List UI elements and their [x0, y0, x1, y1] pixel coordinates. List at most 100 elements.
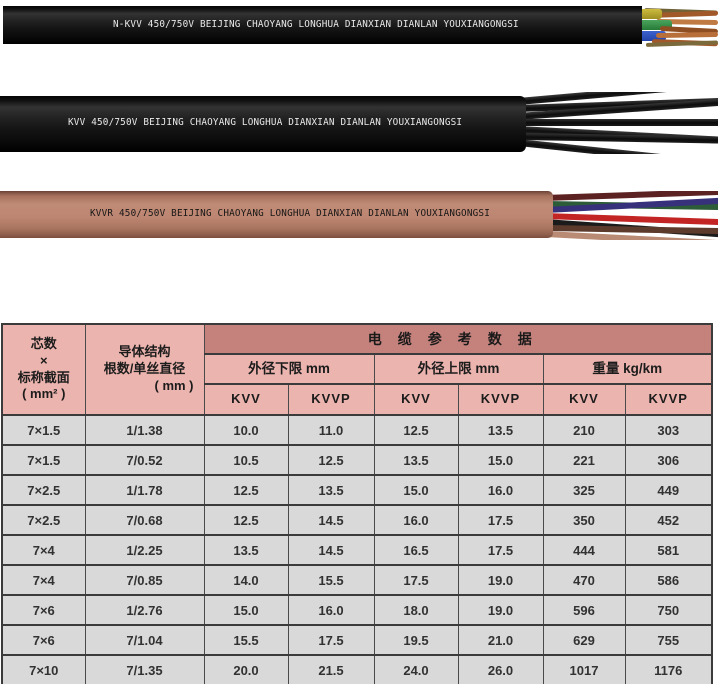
table-cell: 19.5: [374, 625, 458, 655]
table-cell: 444: [543, 535, 625, 565]
table-cell: 12.5: [374, 415, 458, 445]
table-cell: 19.0: [458, 565, 543, 595]
table-cell: 12.5: [204, 505, 288, 535]
table-cell: 581: [625, 535, 712, 565]
table-cell: 596: [543, 595, 625, 625]
table-cell: 11.0: [288, 415, 374, 445]
table-cell: 350: [543, 505, 625, 535]
table-cell: 7×1.5: [2, 415, 85, 445]
cable-kvv-print-label: KVV 450/750V BEIJING CHAOYANG LONGHUA DI…: [68, 117, 462, 128]
table-cell: 13.5: [458, 415, 543, 445]
table-cell: 12.5: [288, 445, 374, 475]
table-cell: 7/1.35: [85, 655, 204, 684]
cable-photo-nkvv: N-KVV 450/750V BEIJING CHAOYANG LONGHUA …: [0, 6, 718, 44]
wire-strand-copper: [656, 32, 718, 38]
table-cell: 17.5: [458, 535, 543, 565]
table-row: 7×6 7/1.04 15.5 17.5 19.5 21.0 629 755: [2, 625, 712, 655]
cable-kvvr-wire-end: [545, 191, 718, 240]
table-cell: 755: [625, 625, 712, 655]
header-weight: 重量 kg/km: [543, 354, 712, 384]
table-cell: 15.0: [458, 445, 543, 475]
table-cell: 629: [543, 625, 625, 655]
table-cell: 16.0: [458, 475, 543, 505]
table-cell: 16.0: [374, 505, 458, 535]
table-cell: 13.5: [204, 535, 288, 565]
table-cell: 1176: [625, 655, 712, 684]
header-kvvp-od-upper: KVVP: [458, 384, 543, 415]
table-cell: 15.5: [288, 565, 374, 595]
table-cell: 306: [625, 445, 712, 475]
table-cell: 21.5: [288, 655, 374, 684]
table-cell: 17.5: [458, 505, 543, 535]
table-cell: 14.0: [204, 565, 288, 595]
header-group-reference-data: 电缆参考数据: [204, 324, 712, 354]
table-cell: 15.0: [374, 475, 458, 505]
cable-nkvv-print-label: N-KVV 450/750V BEIJING CHAOYANG LONGHUA …: [113, 19, 519, 30]
table-cell: 10.5: [204, 445, 288, 475]
table-cell: 221: [543, 445, 625, 475]
table-cell: 7×2.5: [2, 475, 85, 505]
header-core-size-line3: 标称截面: [3, 370, 85, 387]
table-cell: 7/0.52: [85, 445, 204, 475]
table-cell: 1/2.76: [85, 595, 204, 625]
table-cell: 1/1.78: [85, 475, 204, 505]
table-cell: 7/0.85: [85, 565, 204, 595]
table-cell: 15.5: [204, 625, 288, 655]
table-cell: 452: [625, 505, 712, 535]
table-cell: 21.0: [458, 625, 543, 655]
header-core-size-line1: 芯数: [3, 336, 85, 353]
table-cell: 20.0: [204, 655, 288, 684]
cable-kvvr-print-label: KVVR 450/750V BEIJING CHAOYANG LONGHUA D…: [90, 208, 490, 219]
header-od-lower: 外径下限 mm: [204, 354, 374, 384]
table-cell: 13.5: [288, 475, 374, 505]
table-row: 7×1.5 1/1.38 10.0 11.0 12.5 13.5 210 303: [2, 415, 712, 445]
header-kvv-od-lower: KVV: [204, 384, 288, 415]
header-kvv-od-upper: KVV: [374, 384, 458, 415]
table-cell: 1017: [543, 655, 625, 684]
table-cell: 17.5: [288, 625, 374, 655]
table-cell: 750: [625, 595, 712, 625]
table-cell: 17.5: [374, 565, 458, 595]
table-cell: 325: [543, 475, 625, 505]
table-cell: 13.5: [374, 445, 458, 475]
table-row: 7×10 7/1.35 20.0 21.5 24.0 26.0 1017 117…: [2, 655, 712, 684]
table-cell: 449: [625, 475, 712, 505]
table-cell: 7×1.5: [2, 445, 85, 475]
table-row: 7×1.5 7/0.52 10.5 12.5 13.5 15.0 221 306: [2, 445, 712, 475]
table-cell: 19.0: [458, 595, 543, 625]
table-row: 7×4 1/2.25 13.5 14.5 16.5 17.5 444 581: [2, 535, 712, 565]
table-cell: 10.0: [204, 415, 288, 445]
cable-kvv-wire-end: [518, 92, 718, 154]
table-row: 7×4 7/0.85 14.0 15.5 17.5 19.0 470 586: [2, 565, 712, 595]
table-cell: 1/1.38: [85, 415, 204, 445]
cable-product-page: { "page_title": "KVV control cable produ…: [0, 0, 718, 684]
table-row: 7×6 1/2.76 15.0 16.0 18.0 19.0 596 750: [2, 595, 712, 625]
table-cell: 586: [625, 565, 712, 595]
table-row: 7×2.5 1/1.78 12.5 13.5 15.0 16.0 325 449: [2, 475, 712, 505]
table-cell: 210: [543, 415, 625, 445]
table-cell: 26.0: [458, 655, 543, 684]
table-cell: 14.5: [288, 535, 374, 565]
table-cell: 7/0.68: [85, 505, 204, 535]
table-row: 7×2.5 7/0.68 12.5 14.5 16.0 17.5 350 452: [2, 505, 712, 535]
table-cell: 303: [625, 415, 712, 445]
cable-nkvv-wire-end: [636, 6, 718, 48]
header-core-size: 芯数 × 标称截面 ( mm² ): [2, 324, 85, 415]
wire-strand-black: [518, 119, 718, 126]
table-cell: 7×6: [2, 625, 85, 655]
table-cell: 18.0: [374, 595, 458, 625]
header-core-size-line4: ( mm² ): [3, 386, 85, 403]
table-cell: 7×2.5: [2, 505, 85, 535]
header-kvvp-weight: KVVP: [625, 384, 712, 415]
table-cell: 470: [543, 565, 625, 595]
table-cell: 7×6: [2, 595, 85, 625]
header-conductor-line2: 根数/单丝直径: [86, 361, 204, 378]
table-cell: 7×4: [2, 535, 85, 565]
table-cell: 7×10: [2, 655, 85, 684]
table-cell: 15.0: [204, 595, 288, 625]
cable-photo-kvvr: KVVR 450/750V BEIJING CHAOYANG LONGHUA D…: [0, 191, 718, 238]
cable-photo-kvv: KVV 450/750V BEIJING CHAOYANG LONGHUA DI…: [0, 96, 718, 152]
table-cell: 24.0: [374, 655, 458, 684]
table-cell: 1/2.25: [85, 535, 204, 565]
table-cell: 12.5: [204, 475, 288, 505]
